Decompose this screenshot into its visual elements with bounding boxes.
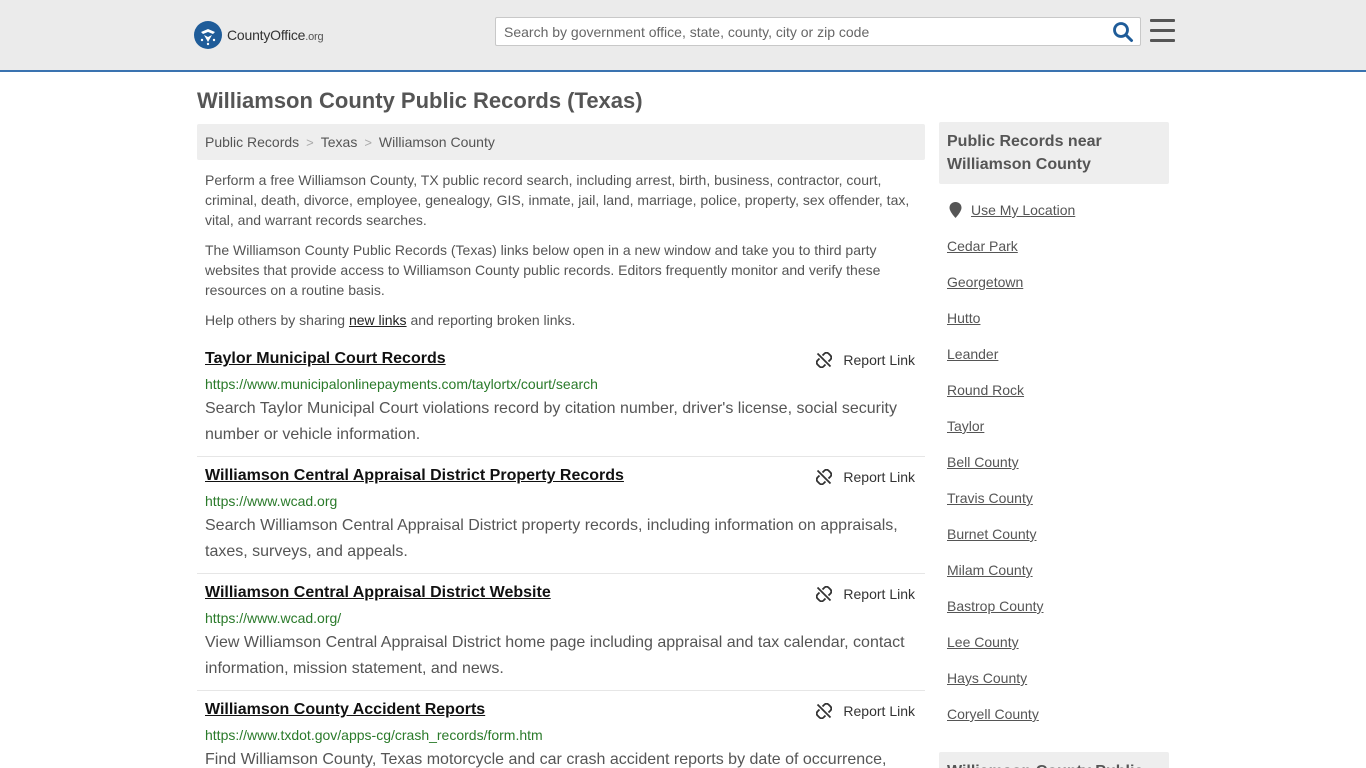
record-url[interactable]: https://www.wcad.org/ xyxy=(205,610,341,626)
sidebar-heading: Public Records near Williamson County xyxy=(939,122,1169,184)
broken-link-icon xyxy=(816,703,833,719)
use-my-location-label: Use My Location xyxy=(971,202,1076,218)
broken-link-icon xyxy=(816,352,833,368)
logo-suffix-text: .org xyxy=(305,31,324,43)
record-title-link[interactable]: Williamson Central Appraisal District We… xyxy=(205,584,551,602)
search-input[interactable] xyxy=(496,18,1106,45)
report-link-button[interactable]: Report Link xyxy=(816,586,915,602)
search-bar xyxy=(495,17,1141,46)
nearby-link-milam-county[interactable]: Milam County xyxy=(947,562,1033,578)
nearby-link-georgetown[interactable]: Georgetown xyxy=(947,274,1023,290)
record-title-link[interactable]: Taylor Municipal Court Records xyxy=(205,350,446,368)
share-text-after: and reporting broken links. xyxy=(406,312,576,328)
report-link-label: Report Link xyxy=(843,703,915,719)
nearby-link-bastrop-county[interactable]: Bastrop County xyxy=(947,598,1044,614)
nearby-link-taylor[interactable]: Taylor xyxy=(947,418,984,434)
intro-paragraph-disclaimer: The Williamson County Public Records (Te… xyxy=(205,242,881,298)
record-item: Williamson Central Appraisal District We… xyxy=(197,584,925,691)
use-my-location-button[interactable]: Use My Location xyxy=(949,202,1075,218)
share-text-before: Help others by sharing xyxy=(205,312,349,328)
site-logo[interactable]: CountyOffice.org xyxy=(194,21,324,49)
record-url[interactable]: https://www.txdot.gov/apps-cg/crash_reco… xyxy=(205,727,543,743)
nearby-link-burnet-county[interactable]: Burnet County xyxy=(947,526,1037,542)
nearby-link-coryell-county[interactable]: Coryell County xyxy=(947,706,1039,722)
report-link-button[interactable]: Report Link xyxy=(816,469,915,485)
broken-link-icon xyxy=(816,586,833,602)
record-description: Search Taylor Municipal Court violations… xyxy=(205,400,897,443)
breadcrumb-separator: > xyxy=(364,134,372,150)
record-url[interactable]: https://www.wcad.org xyxy=(205,493,337,509)
search-icon xyxy=(1113,22,1133,42)
logo-main-text: CountyOffice xyxy=(227,27,306,43)
breadcrumb-separator: > xyxy=(306,134,314,150)
logo-seal-icon xyxy=(194,21,222,49)
nearby-link-bell-county[interactable]: Bell County xyxy=(947,454,1019,470)
page-title: Williamson County Public Records (Texas) xyxy=(197,88,643,113)
nearby-link-hays-county[interactable]: Hays County xyxy=(947,670,1027,686)
record-description: View Williamson Central Appraisal Distri… xyxy=(205,634,905,677)
map-pin-icon xyxy=(949,202,962,218)
report-link-button[interactable]: Report Link xyxy=(816,352,915,368)
hamburger-menu-icon[interactable] xyxy=(1150,19,1175,42)
record-item: Taylor Municipal Court Records Report Li… xyxy=(197,350,925,457)
sidebar-heading-secondary: Williamson County Public xyxy=(939,752,1169,768)
report-link-label: Report Link xyxy=(843,352,915,368)
breadcrumb-williamson-county[interactable]: Williamson County xyxy=(379,134,495,150)
intro-paragraph-search: Perform a free Williamson County, TX pub… xyxy=(205,172,910,228)
nearby-link-round-rock[interactable]: Round Rock xyxy=(947,382,1024,398)
nearby-link-leander[interactable]: Leander xyxy=(947,346,998,362)
record-description: Find Williamson County, Texas motorcycle… xyxy=(205,751,887,768)
record-item: Williamson County Accident Reports Repor… xyxy=(197,701,925,768)
breadcrumb: Public Records > Texas > Williamson Coun… xyxy=(197,124,925,160)
breadcrumb-public-records[interactable]: Public Records xyxy=(205,134,299,150)
new-links-link[interactable]: new links xyxy=(349,312,407,328)
nearby-link-hutto[interactable]: Hutto xyxy=(947,310,980,326)
broken-link-icon xyxy=(816,469,833,485)
record-title-link[interactable]: Williamson County Accident Reports xyxy=(205,701,485,719)
nearby-link-lee-county[interactable]: Lee County xyxy=(947,634,1019,650)
report-link-label: Report Link xyxy=(843,469,915,485)
record-item: Williamson Central Appraisal District Pr… xyxy=(197,467,925,574)
breadcrumb-texas[interactable]: Texas xyxy=(321,134,358,150)
logo-wordmark: CountyOffice.org xyxy=(227,27,324,43)
record-title-link[interactable]: Williamson Central Appraisal District Pr… xyxy=(205,467,624,485)
report-link-label: Report Link xyxy=(843,586,915,602)
record-url[interactable]: https://www.municipalonlinepayments.com/… xyxy=(205,376,598,392)
nearby-link-travis-county[interactable]: Travis County xyxy=(947,490,1033,506)
intro-paragraph-share: Help others by sharing new links and rep… xyxy=(205,310,917,330)
nearby-link-cedar-park[interactable]: Cedar Park xyxy=(947,238,1018,254)
record-description: Search Williamson Central Appraisal Dist… xyxy=(205,517,898,560)
report-link-button[interactable]: Report Link xyxy=(816,703,915,719)
search-button[interactable] xyxy=(1112,21,1134,43)
site-header: CountyOffice.org xyxy=(0,0,1366,72)
